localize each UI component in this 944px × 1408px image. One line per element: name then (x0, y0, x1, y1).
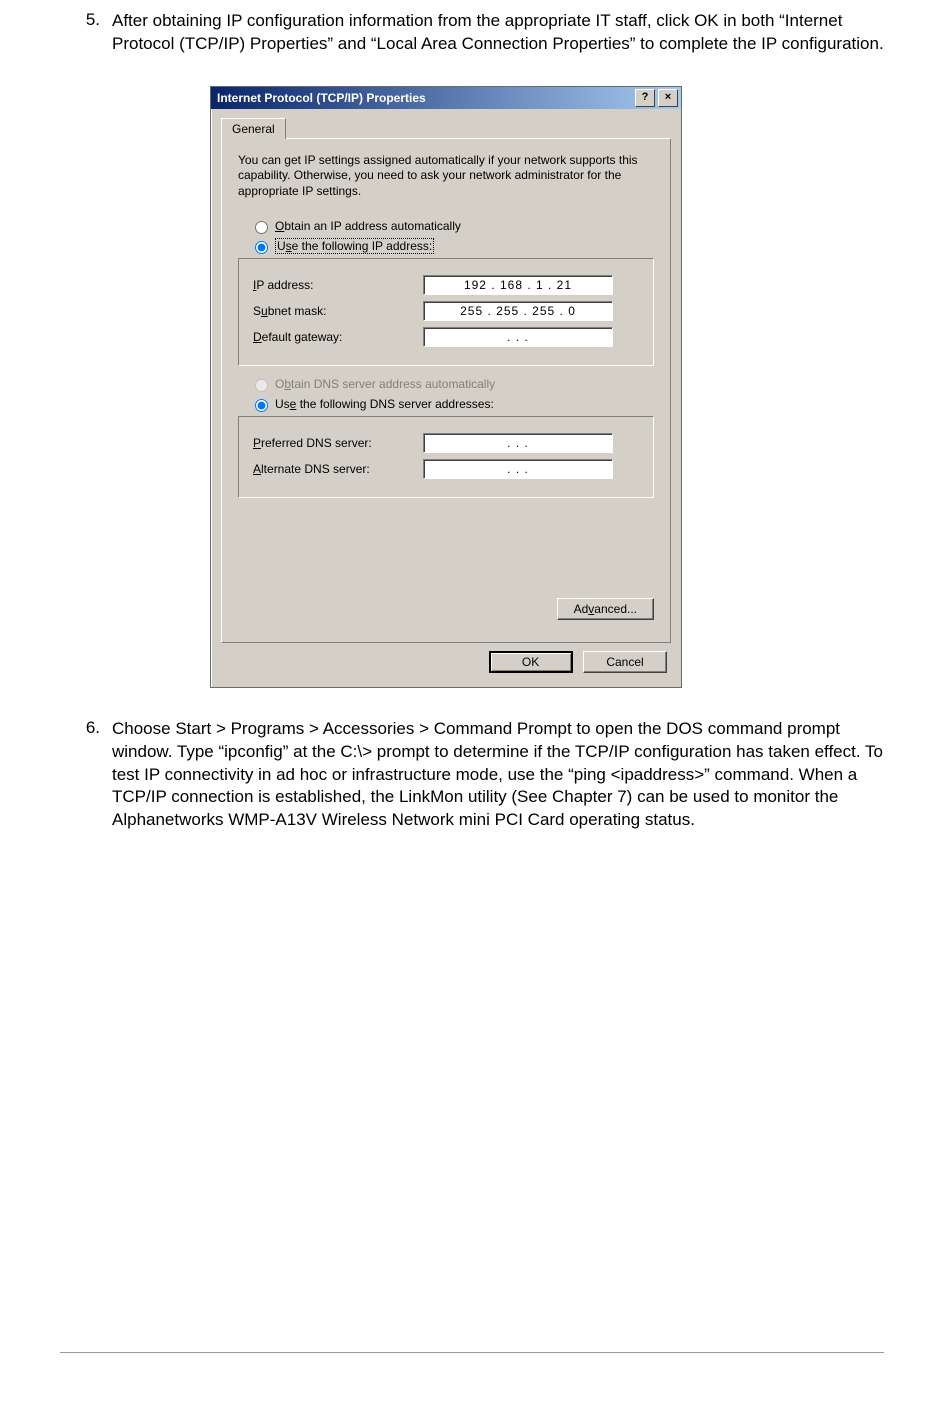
tcpip-properties-dialog: Internet Protocol (TCP/IP) Properties ? … (210, 86, 682, 688)
radio-use-ip-row[interactable]: Use the following IP address: (250, 238, 654, 254)
step-5-text: After obtaining IP configuration informa… (112, 10, 884, 56)
help-button[interactable]: ? (635, 89, 655, 107)
close-button[interactable]: × (658, 89, 678, 107)
radio-obtain-dns-label: Obtain DNS server address automatically (275, 377, 495, 391)
radio-obtain-dns-row: Obtain DNS server address automatically (250, 376, 654, 392)
input-preferred-dns[interactable]: . . . (423, 433, 613, 453)
step-5-number: 5. (60, 10, 112, 56)
cancel-button[interactable]: Cancel (583, 651, 667, 673)
input-alternate-dns[interactable]: . . . (423, 459, 613, 479)
dialog-screenshot: Internet Protocol (TCP/IP) Properties ? … (210, 86, 884, 688)
dialog-title: Internet Protocol (TCP/IP) Properties (217, 91, 426, 105)
step-5: 5. After obtaining IP configuration info… (60, 10, 884, 56)
advanced-button[interactable]: Advanced... (557, 598, 654, 620)
radio-obtain-ip-label: Obtain an IP address automatically (275, 219, 461, 233)
dialog-description: You can get IP settings assigned automat… (238, 153, 654, 200)
input-subnet-mask[interactable]: 255 . 255 . 255 . 0 (423, 301, 613, 321)
radio-obtain-ip[interactable] (255, 221, 268, 234)
radio-use-dns-row[interactable]: Use the following DNS server addresses: (250, 396, 654, 412)
radio-obtain-ip-row[interactable]: Obtain an IP address automatically (250, 218, 654, 234)
label-subnet-mask: Subnet mask: (253, 304, 423, 318)
label-default-gateway: Default gateway: (253, 330, 423, 344)
input-ip-address[interactable]: 192 . 168 . 1 . 21 (423, 275, 613, 295)
ip-group: IP address: 192 . 168 . 1 . 21 Subnet ma… (238, 258, 654, 366)
radio-use-ip[interactable] (255, 241, 268, 254)
input-default-gateway[interactable]: . . . (423, 327, 613, 347)
tab-general[interactable]: General (221, 118, 286, 139)
radio-use-dns-label: Use the following DNS server addresses: (275, 397, 494, 411)
label-alternate-dns: Alternate DNS server: (253, 462, 423, 476)
footer-divider (60, 1352, 884, 1353)
step-6-number: 6. (60, 718, 112, 833)
label-ip-address: IP address: (253, 278, 423, 292)
titlebar: Internet Protocol (TCP/IP) Properties ? … (211, 87, 681, 109)
ok-button[interactable]: OK (489, 651, 573, 673)
radio-obtain-dns (255, 379, 268, 392)
step-6: 6. Choose Start > Programs > Accessories… (60, 718, 884, 833)
tab-panel: You can get IP settings assigned automat… (221, 138, 671, 643)
step-6-text: Choose Start > Programs > Accessories > … (112, 718, 884, 833)
radio-use-ip-label: Use the following IP address: (275, 238, 434, 254)
radio-use-dns[interactable] (255, 399, 268, 412)
label-preferred-dns: Preferred DNS server: (253, 436, 423, 450)
dns-group: Preferred DNS server: . . . Alternate DN… (238, 416, 654, 498)
